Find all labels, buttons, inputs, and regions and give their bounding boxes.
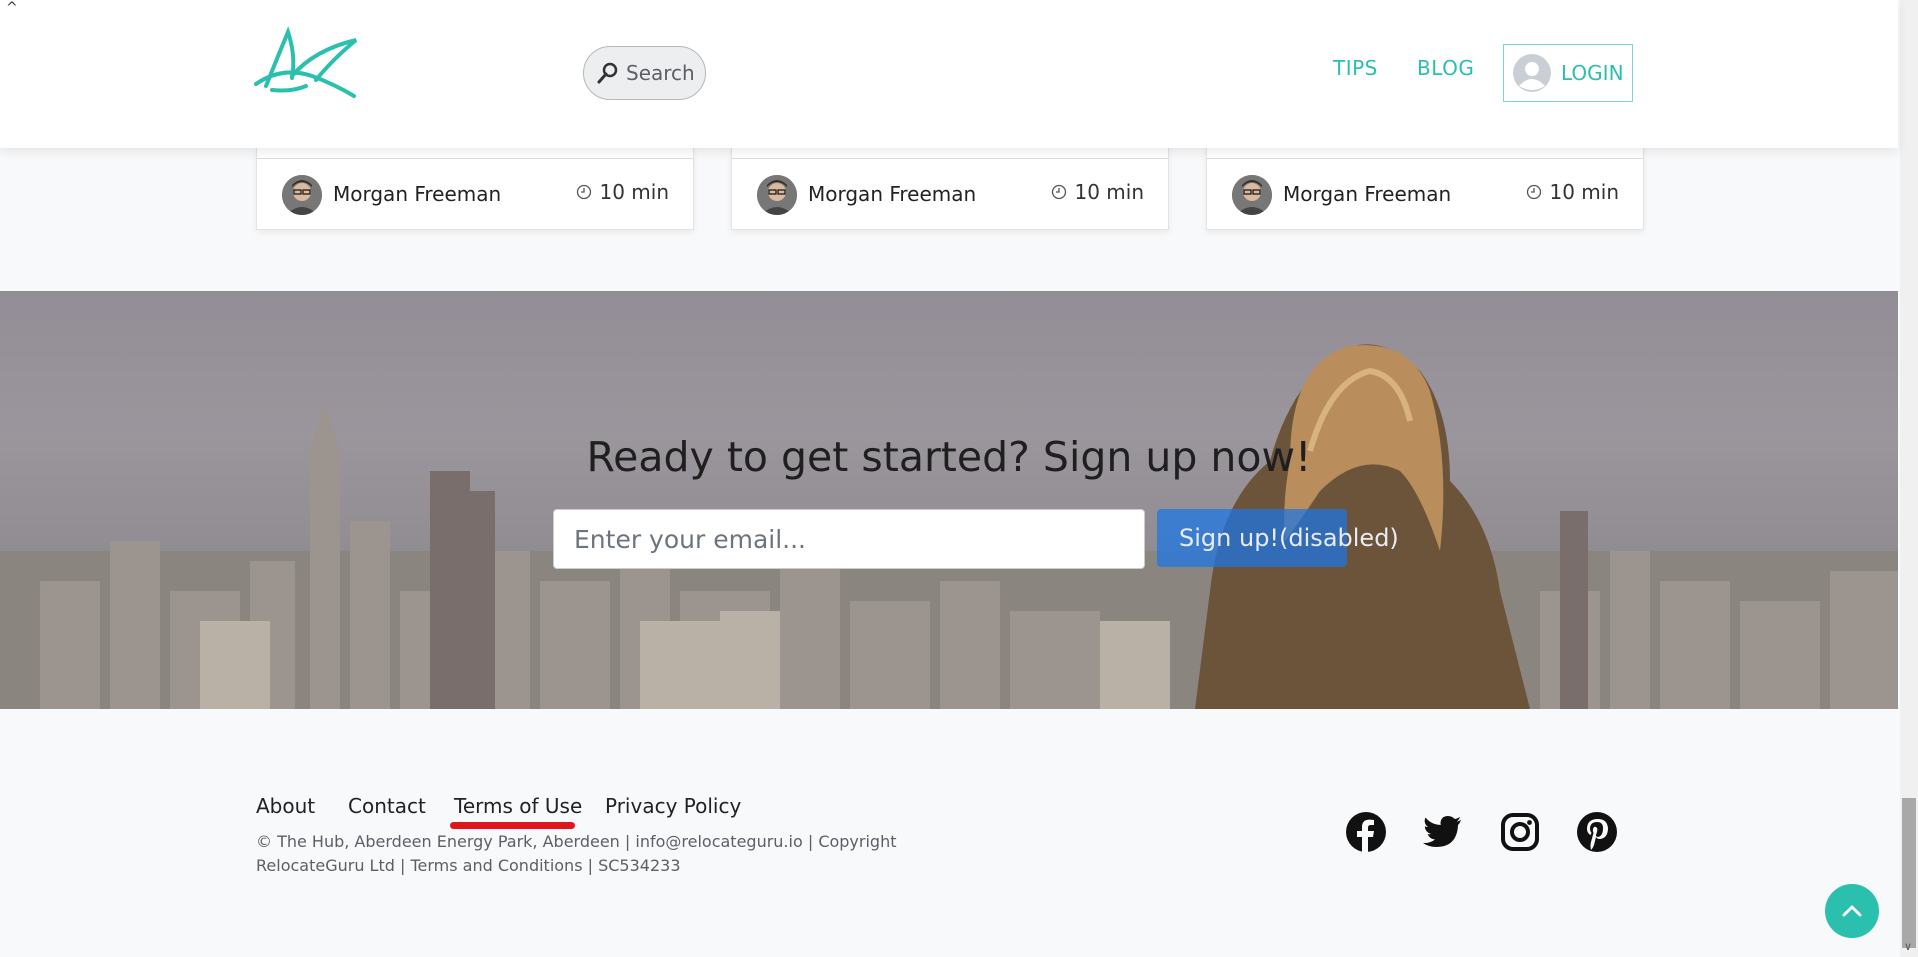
author-name: Morgan Freeman	[1283, 182, 1452, 206]
pinterest-icon[interactable]	[1577, 812, 1617, 852]
read-time: 10 min	[1526, 180, 1619, 204]
divider	[257, 158, 693, 159]
footer-link-privacy[interactable]: Privacy Policy	[605, 794, 741, 818]
read-time-label: 10 min	[1549, 180, 1619, 204]
article-card-footer[interactable]: Morgan Freeman 10 min	[1206, 140, 1644, 230]
footer-link-contact[interactable]: Contact	[348, 794, 426, 818]
nav-tips-link[interactable]: TIPS	[1333, 56, 1378, 80]
clock-icon	[1527, 184, 1542, 200]
clock-icon	[577, 184, 592, 200]
search-placeholder: Search	[626, 61, 695, 85]
author-avatar	[757, 175, 797, 215]
back-to-top-button[interactable]	[1825, 884, 1879, 938]
twitter-icon[interactable]	[1423, 812, 1463, 852]
footer-address: © The Hub, Aberdeen Energy Park, Aberdee…	[256, 832, 897, 875]
footer-link-about[interactable]: About	[256, 794, 315, 818]
login-label: LOGIN	[1561, 61, 1624, 85]
swallow-logo-icon[interactable]	[252, 26, 358, 102]
login-button[interactable]: LOGIN	[1503, 44, 1633, 102]
city-background-image	[0, 344, 1898, 709]
read-time-label: 10 min	[1074, 180, 1144, 204]
scrollbar-thumb[interactable]	[1902, 798, 1916, 948]
clock-icon	[1052, 184, 1067, 200]
article-card-footer[interactable]: Morgan Freeman 10 min	[256, 140, 694, 230]
read-time-label: 10 min	[599, 180, 669, 204]
signup-heading: Ready to get started? Sign up now!	[586, 433, 1312, 481]
facebook-icon[interactable]	[1346, 812, 1386, 852]
scroll-up-caret[interactable]: ^	[6, 0, 18, 16]
divider	[732, 158, 1168, 159]
read-time: 10 min	[1051, 180, 1144, 204]
author-avatar	[1232, 175, 1272, 215]
author-name: Morgan Freeman	[808, 182, 977, 206]
author-avatar	[282, 175, 322, 215]
search-icon	[597, 62, 618, 84]
nav-blog-link[interactable]: BLOG	[1417, 56, 1474, 80]
footer-link-terms[interactable]: Terms of Use	[454, 794, 582, 818]
divider	[1207, 158, 1643, 159]
signup-hero: Ready to get started? Sign up now! Sign …	[0, 291, 1898, 709]
read-time: 10 min	[576, 180, 669, 204]
annotation-underline	[450, 822, 575, 829]
signup-button[interactable]: Sign up!(disabled)	[1157, 509, 1399, 567]
site-header: Search TIPS BLOG LOGIN	[0, 0, 1898, 148]
author-name: Morgan Freeman	[333, 182, 502, 206]
user-avatar-icon	[1513, 54, 1551, 92]
chevron-up-icon	[1842, 905, 1862, 917]
search-box[interactable]: Search	[583, 46, 706, 100]
article-card-footer[interactable]: Morgan Freeman 10 min	[731, 140, 1169, 230]
scroll-down-arrow[interactable]: ∨	[1904, 940, 1912, 953]
instagram-icon[interactable]	[1500, 812, 1540, 852]
email-input[interactable]	[553, 509, 1145, 569]
